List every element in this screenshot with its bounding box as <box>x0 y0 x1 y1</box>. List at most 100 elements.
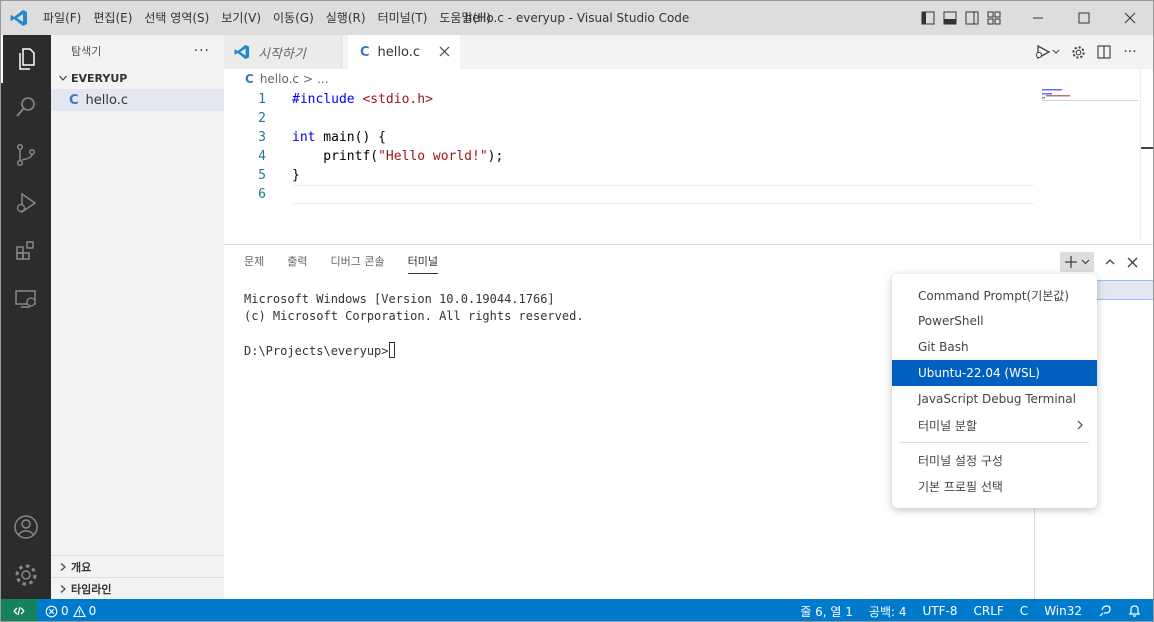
line-number: 3 <box>258 130 266 145</box>
menu-item-configure-terminal[interactable]: 터미널 설정 구성 <box>892 447 1097 473</box>
close-tab-icon[interactable] <box>439 46 450 61</box>
minimap[interactable] <box>1034 69 1140 241</box>
remote-indicator-icon[interactable] <box>1 599 37 621</box>
code-line[interactable]: 5} <box>224 166 1034 185</box>
tab-hello-c[interactable]: C hello.c <box>348 35 460 69</box>
split-editor-icon[interactable] <box>1091 35 1117 69</box>
close-panel-icon[interactable] <box>1121 252 1143 272</box>
menu-file[interactable]: 파일(F) <box>37 1 87 35</box>
c-file-icon: C <box>360 44 370 60</box>
feedback-icon[interactable] <box>1090 599 1120 621</box>
code-token: printf( <box>292 149 379 164</box>
more-editor-actions-icon[interactable]: ··· <box>1117 35 1143 69</box>
code-token: #include <box>292 92 355 107</box>
menu-item-select-default-profile[interactable]: 기본 프로필 선택 <box>892 473 1097 499</box>
language-mode[interactable]: C <box>1012 599 1036 621</box>
menu-run[interactable]: 실행(R) <box>320 1 372 35</box>
toggle-secondary-sidebar-icon[interactable] <box>961 1 983 35</box>
outline-label: 개요 <box>71 560 92 574</box>
code-line[interactable]: 3 int main() { <box>224 128 1034 147</box>
indentation[interactable]: 공백: 4 <box>861 599 915 621</box>
platform[interactable]: Win32 <box>1036 599 1090 621</box>
close-window-icon[interactable] <box>1107 1 1153 35</box>
chevron-right-icon <box>60 584 66 593</box>
vscode-logo-icon <box>1 1 37 35</box>
tab-hello-c-label: hello.c <box>377 44 421 60</box>
menu-edit[interactable]: 편집(E) <box>87 1 138 35</box>
breadcrumb-separator: > <box>303 72 314 86</box>
menu-item-git-bash[interactable]: Git Bash <box>892 334 1097 360</box>
editor-tab-bar: 시작하기 C hello.c ··· <box>224 35 1153 69</box>
problems-status[interactable]: 0 0 <box>37 599 104 621</box>
tab-terminal-label: 터미널 <box>407 255 438 274</box>
tab-problems[interactable]: 문제 <box>244 245 264 279</box>
menu-view[interactable]: 보기(V) <box>215 1 267 35</box>
terminal-output[interactable]: Microsoft Windows [Version 10.0.19044.17… <box>244 291 584 360</box>
code-line[interactable]: 6 <box>224 185 1034 204</box>
settings-gear-icon[interactable] <box>1065 35 1091 69</box>
file-hello-c[interactable]: C hello.c <box>51 89 224 111</box>
minimize-icon[interactable] <box>1015 1 1061 35</box>
vscode-tab-icon <box>234 44 250 60</box>
code-editor[interactable]: 1 #include <stdio.h> 2 3 int main() {4 print… <box>224 89 1034 241</box>
encoding[interactable]: UTF-8 <box>915 599 966 621</box>
code-line[interactable]: 4 printf("Hello world!"); <box>224 147 1034 166</box>
title-controls <box>917 1 1153 35</box>
menu-help[interactable]: 도움말(H) <box>433 1 497 35</box>
tab-output[interactable]: 출력 <box>287 245 307 279</box>
explorer-icon[interactable] <box>1 35 51 83</box>
line-number: 6 <box>258 187 266 202</box>
tab-output-label: 출력 <box>287 255 308 268</box>
extensions-icon[interactable] <box>1 227 51 275</box>
panel-tabs: 문제 출력 디버그 콘솔 터미널 <box>244 245 461 279</box>
maximize-panel-icon[interactable] <box>1099 252 1121 272</box>
menu-go[interactable]: 이동(G) <box>267 1 320 35</box>
menu-item-js-debug-terminal[interactable]: JavaScript Debug Terminal <box>892 386 1097 412</box>
customize-layout-icon[interactable] <box>983 1 1005 35</box>
menu-item-split-terminal[interactable]: 터미널 분할 <box>892 412 1097 438</box>
code-token: ); <box>487 149 504 164</box>
run-debug-dropdown-icon[interactable] <box>1031 35 1065 69</box>
search-icon[interactable] <box>1 83 51 131</box>
terminal-prompt-line: D:\Projects\everyup> <box>244 342 584 360</box>
run-debug-icon[interactable] <box>1 179 51 227</box>
maximize-icon[interactable] <box>1061 1 1107 35</box>
new-terminal-profile-menu: Command Prompt(기본값) PowerShell Git Bash … <box>892 274 1097 508</box>
tab-debug-console[interactable]: 디버그 콘솔 <box>331 245 385 279</box>
end-of-line[interactable]: CRLF <box>965 599 1011 621</box>
tab-terminal[interactable]: 터미널 <box>407 245 438 279</box>
c-file-icon: C <box>245 72 254 86</box>
source-control-icon[interactable] <box>1 131 51 179</box>
line-number: 5 <box>258 168 266 183</box>
menu-separator <box>900 442 1089 443</box>
remote-explorer-icon[interactable] <box>1 275 51 323</box>
menu-item-command-prompt[interactable]: Command Prompt(기본값) <box>892 282 1097 308</box>
more-actions-icon[interactable]: ··· <box>194 43 210 59</box>
chevron-right-icon <box>60 562 66 571</box>
account-icon[interactable] <box>1 503 51 551</box>
toggle-sidebar-icon[interactable] <box>917 1 939 35</box>
code-token: <stdio.h> <box>362 92 433 107</box>
tab-welcome[interactable]: 시작하기 <box>224 35 342 69</box>
timeline-section[interactable]: 타임라인 <box>51 577 224 599</box>
chevron-down-icon <box>59 75 67 81</box>
cursor-position[interactable]: 줄 6, 열 1 <box>792 599 861 621</box>
breadcrumb-more[interactable]: ... <box>317 72 328 86</box>
menu-item-ubuntu-wsl[interactable]: Ubuntu-22.04 (WSL) <box>892 360 1097 386</box>
menu-selection[interactable]: 선택 영역(S) <box>138 1 215 35</box>
breadcrumb-file[interactable]: hello.c <box>260 72 299 86</box>
menu-item-powershell[interactable]: PowerShell <box>892 308 1097 334</box>
notifications-bell-icon[interactable] <box>1120 599 1149 621</box>
manage-gear-icon[interactable] <box>1 551 51 599</box>
new-terminal-dropdown-button[interactable] <box>1060 252 1094 272</box>
editor-scrollbar[interactable] <box>1140 69 1153 241</box>
code-line[interactable]: 2 <box>224 109 1034 128</box>
toggle-panel-icon[interactable] <box>939 1 961 35</box>
folder-everyup[interactable]: EVERYUP <box>51 67 224 89</box>
chevron-right-icon <box>1075 419 1085 434</box>
outline-section[interactable]: 개요 <box>51 555 224 577</box>
menu-terminal[interactable]: 터미널(T) <box>372 1 434 35</box>
code-line[interactable]: 1 #include <stdio.h> <box>224 90 1034 109</box>
error-icon <box>45 605 58 617</box>
